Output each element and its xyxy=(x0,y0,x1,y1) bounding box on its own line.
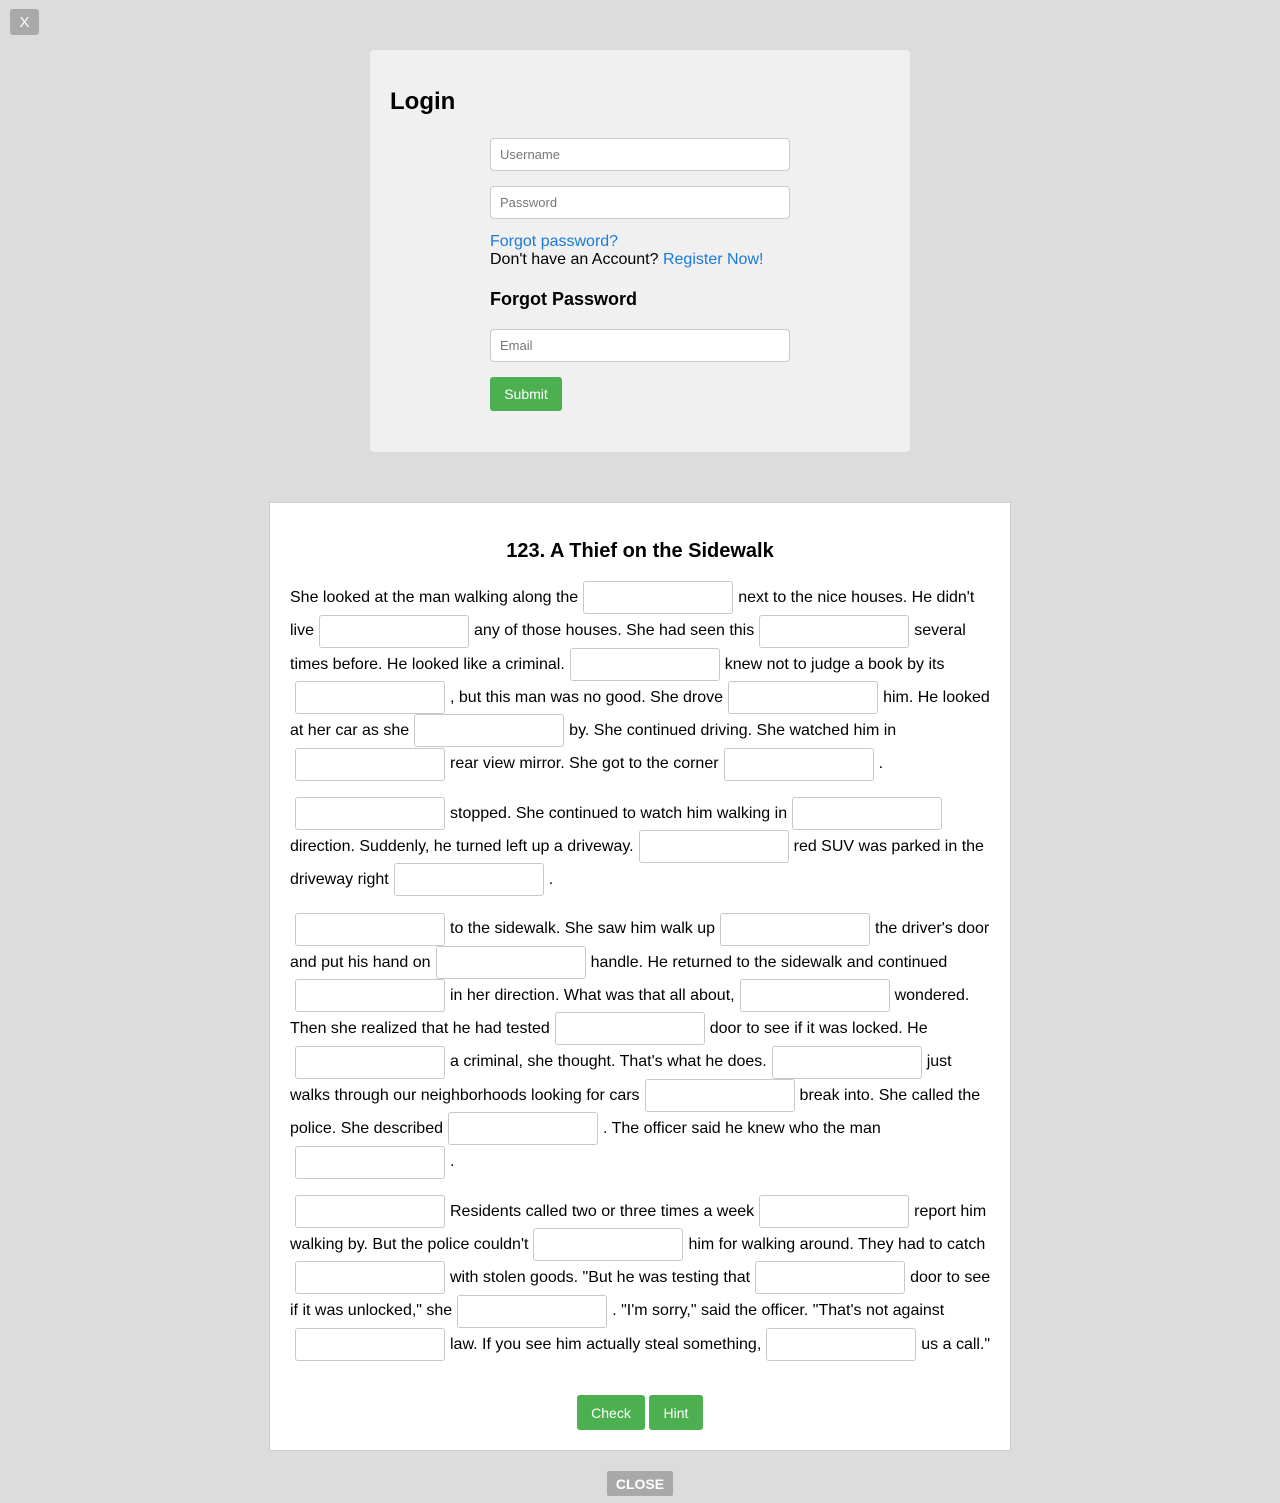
blank-input[interactable] xyxy=(295,1194,445,1228)
exercise-actions: Check Hint xyxy=(270,1395,1010,1430)
story-text-segment: us a call." xyxy=(921,1335,991,1353)
blank-input[interactable] xyxy=(414,714,565,748)
blank-input[interactable] xyxy=(638,830,789,864)
blank-input[interactable] xyxy=(720,912,871,946)
exercise-title: 123. A Thief on the Sidewalk xyxy=(506,540,774,562)
blank-input[interactable] xyxy=(295,1045,445,1079)
blank-input[interactable] xyxy=(447,1112,598,1146)
story-text-segment: handle. He returned to the sidewalk and … xyxy=(590,953,948,971)
register-line: Don't have an Account? Register Now! xyxy=(490,251,763,269)
blank-input[interactable] xyxy=(569,647,720,681)
close-x-button[interactable]: X xyxy=(10,9,39,35)
story-text-segment: . xyxy=(878,755,884,773)
blank-input[interactable] xyxy=(319,614,470,648)
blank-input[interactable] xyxy=(771,1045,922,1079)
blank-input[interactable] xyxy=(759,614,910,648)
blank-input[interactable] xyxy=(554,1012,705,1046)
story-text-segment: direction. Suddenly, he turned left up a… xyxy=(290,837,634,855)
story-text-segment: . xyxy=(548,871,554,889)
story-text-segment: . "I'm sorry," said the officer. "That's… xyxy=(612,1302,945,1320)
blank-input[interactable] xyxy=(295,1145,445,1179)
story-text-segment: knew not to judge a book by its xyxy=(724,655,945,673)
login-title: Login xyxy=(390,88,456,115)
blank-input[interactable] xyxy=(457,1294,608,1328)
forgot-password-title: Forgot Password xyxy=(490,289,638,309)
story-text-segment: any of those houses. She had seen this xyxy=(474,622,755,640)
check-button[interactable]: Check xyxy=(577,1395,645,1430)
story-paragraph: Residents called two or three times a we… xyxy=(290,1194,992,1361)
story-text-segment: by. She continued driving. She watched h… xyxy=(569,722,897,740)
story-paragraph: to the sidewalk. She saw him walk up the … xyxy=(290,912,992,1179)
hint-button[interactable]: Hint xyxy=(649,1395,703,1430)
blank-input[interactable] xyxy=(583,581,734,615)
blank-input[interactable] xyxy=(295,979,445,1013)
blank-input[interactable] xyxy=(295,1261,445,1295)
blank-input[interactable] xyxy=(393,863,544,897)
blank-input[interactable] xyxy=(644,1078,795,1112)
story-text-segment: a criminal, she thought. That's what he … xyxy=(450,1053,767,1071)
blank-input[interactable] xyxy=(759,1194,910,1228)
blank-input[interactable] xyxy=(792,796,943,830)
story-text-segment: in her direction. What was that all abou… xyxy=(450,986,735,1004)
submit-button[interactable]: Submit xyxy=(490,377,562,411)
blank-input[interactable] xyxy=(295,1327,445,1361)
email-input[interactable] xyxy=(490,329,790,362)
story-text-segment: to the sidewalk. She saw him walk up xyxy=(450,920,716,938)
blank-input[interactable] xyxy=(739,979,890,1013)
story-text-segment: with stolen goods. "But he was testing t… xyxy=(450,1269,751,1287)
story-text-segment: . The officer said he knew who the man xyxy=(602,1119,881,1137)
exercise-panel: 123. A Thief on the Sidewalk She looked … xyxy=(269,502,1011,1451)
password-input[interactable] xyxy=(490,186,790,219)
story-paragraph: She looked at the man walking along the n… xyxy=(290,581,992,781)
blank-input[interactable] xyxy=(295,747,445,781)
story-text-segment: him for walking around. They had to catc… xyxy=(688,1235,986,1253)
story-text: She looked at the man walking along the n… xyxy=(290,581,992,1377)
register-link[interactable]: Register Now! xyxy=(663,251,763,268)
story-text-segment: Residents called two or three times a we… xyxy=(450,1202,755,1220)
story-text-segment: , but this man was no good. She drove xyxy=(450,688,724,706)
story-text-segment: . xyxy=(450,1153,455,1171)
username-input[interactable] xyxy=(490,138,790,171)
forgot-password-link[interactable]: Forgot password? xyxy=(490,233,618,251)
blank-input[interactable] xyxy=(728,681,879,715)
close-button[interactable]: CLOSE xyxy=(607,1471,673,1496)
story-paragraph: stopped. She continued to watch him walk… xyxy=(290,796,992,897)
blank-input[interactable] xyxy=(766,1327,917,1361)
blank-input[interactable] xyxy=(533,1228,684,1262)
blank-input[interactable] xyxy=(723,747,874,781)
story-text-segment: door to see if it was locked. He xyxy=(709,1020,928,1038)
story-text-segment: stopped. She continued to watch him walk… xyxy=(450,804,788,822)
blank-input[interactable] xyxy=(295,796,445,830)
blank-input[interactable] xyxy=(435,945,586,979)
login-panel: Login Forgot password? Don't have an Acc… xyxy=(370,50,910,452)
story-text-segment: law. If you see him actually steal somet… xyxy=(450,1335,762,1353)
blank-input[interactable] xyxy=(755,1261,906,1295)
story-text-segment: She looked at the man walking along the xyxy=(290,589,579,606)
no-account-text: Don't have an Account? xyxy=(490,251,659,268)
blank-input[interactable] xyxy=(295,912,445,946)
story-text-segment: rear view mirror. She got to the corner xyxy=(450,755,719,773)
blank-input[interactable] xyxy=(295,681,445,715)
